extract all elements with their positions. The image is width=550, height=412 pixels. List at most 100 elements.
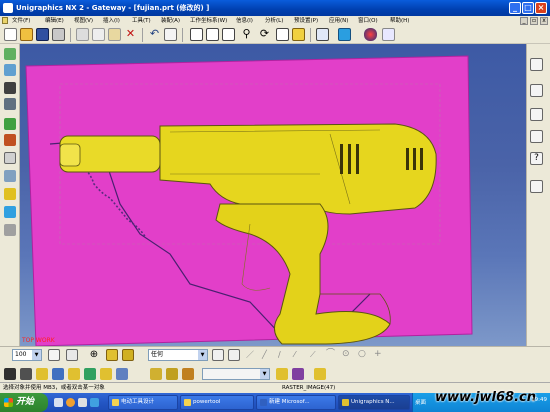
menu-insert[interactable]: 插入(I) — [103, 16, 120, 26]
feature-icon[interactable] — [4, 118, 16, 130]
snap-point-on-icon[interactable]: + — [374, 349, 386, 361]
color-ball-icon[interactable] — [364, 28, 377, 41]
resource-bar-tab-6[interactable] — [530, 180, 543, 193]
save-icon[interactable] — [36, 28, 49, 41]
maximize-button[interactable]: □ — [522, 2, 534, 14]
hole-icon[interactable] — [4, 134, 16, 146]
trim-icon[interactable] — [4, 206, 16, 218]
layer-combo[interactable]: ▼ — [202, 368, 270, 380]
extrude-icon[interactable] — [4, 64, 16, 76]
minimize-button[interactable]: _ — [509, 2, 521, 14]
menu-assembly[interactable]: 装配(A) — [161, 16, 180, 26]
select-icon[interactable] — [164, 28, 177, 41]
type-filter-combo[interactable]: 任何 ▼ — [148, 349, 208, 361]
tool-2-icon[interactable] — [20, 368, 32, 380]
tool-13-icon[interactable] — [292, 368, 304, 380]
menu-analysis[interactable]: 分析(L) — [265, 16, 283, 26]
tool-3-icon[interactable] — [36, 368, 48, 380]
taskbar-item-powertool[interactable]: powertool — [180, 395, 254, 410]
zoom-window-icon[interactable] — [206, 28, 219, 41]
taskbar-item-design[interactable]: 电动工具设计 — [108, 395, 178, 410]
mdi-minimize-button[interactable]: _ — [520, 17, 528, 25]
taskbar-item-unigraphics[interactable]: Unigraphics N... — [338, 395, 410, 410]
print-icon[interactable] — [52, 28, 65, 41]
snap-point-icon[interactable] — [228, 349, 240, 361]
chevron-down-icon[interactable]: ▼ — [260, 369, 269, 379]
tool-12-icon[interactable] — [276, 368, 288, 380]
filter-icon[interactable] — [212, 349, 224, 361]
display-icon[interactable] — [382, 28, 395, 41]
clock[interactable]: 19:49 — [531, 397, 547, 403]
magnify-icon[interactable]: ⚲ — [240, 28, 253, 41]
paste-icon[interactable] — [108, 28, 121, 41]
menu-preferences[interactable]: 预设置(P) — [294, 16, 318, 26]
help-icon[interactable]: ? — [530, 152, 543, 165]
quicklaunch-browser-icon[interactable] — [66, 398, 75, 407]
view-cube-icon[interactable] — [316, 28, 329, 41]
sweep-icon[interactable] — [4, 98, 16, 110]
menu-application[interactable]: 应用(N) — [329, 16, 348, 26]
delete-icon[interactable]: ✕ — [124, 28, 137, 41]
close-button[interactable]: × — [535, 2, 547, 14]
solid-body-icon[interactable] — [106, 349, 118, 361]
snap-icon[interactable] — [48, 349, 60, 361]
menu-help[interactable]: 帮助(H) — [390, 16, 409, 26]
snap-endpoint-icon[interactable]: ／ — [246, 349, 258, 361]
select-filter-icon[interactable] — [66, 349, 78, 361]
title-bar[interactable]: Unigraphics NX 2 - Gateway - [fujian.prt… — [0, 0, 550, 16]
tray-desktop-label[interactable]: 桌面 — [415, 398, 426, 406]
zoom-icon[interactable] — [222, 28, 235, 41]
snap-intersection-icon[interactable]: ⁄ — [294, 349, 306, 361]
quicklaunch-desktop-icon[interactable] — [78, 398, 87, 407]
snap-center-icon[interactable]: ⊙ — [342, 349, 354, 361]
fit-icon[interactable] — [190, 28, 203, 41]
rotate-icon[interactable]: ⟳ — [258, 28, 271, 41]
snap-tangent-icon[interactable]: ⟋ — [310, 349, 322, 361]
sketch-icon[interactable] — [4, 48, 16, 60]
graphics-viewport[interactable]: TOP WORK — [20, 44, 526, 346]
mdi-close-button[interactable]: x — [540, 17, 548, 25]
snap-control-icon[interactable]: ∕ — [278, 349, 290, 361]
menu-info[interactable]: 信息(I) — [236, 16, 253, 26]
menu-wcs[interactable]: 工作坐标系(W) — [190, 16, 227, 26]
render-style-icon[interactable] — [338, 28, 351, 41]
tool-5-icon[interactable] — [68, 368, 80, 380]
taskbar-item-word[interactable]: 新建 Microsof... — [256, 395, 336, 410]
resource-bar-tab-1[interactable] — [530, 58, 543, 71]
orient-icon[interactable] — [276, 28, 289, 41]
snap-arc-icon[interactable]: ⌒ — [326, 349, 338, 361]
menu-tools[interactable]: 工具(T) — [132, 16, 151, 26]
tool-10-icon[interactable] — [166, 368, 178, 380]
menu-file[interactable]: 文件(F) — [12, 16, 30, 26]
tool-7-icon[interactable] — [100, 368, 112, 380]
menu-view[interactable]: 视图(V) — [74, 16, 93, 26]
undo-icon[interactable]: ↶ — [148, 28, 161, 41]
tool-4-icon[interactable] — [52, 368, 64, 380]
open-folder-icon[interactable] — [20, 28, 33, 41]
resource-bar-tab-2[interactable] — [530, 84, 543, 97]
menu-window[interactable]: 窗口(O) — [358, 16, 378, 26]
zoom-combo[interactable]: 100 ▼ — [12, 349, 42, 361]
chamfer-icon[interactable] — [4, 170, 16, 182]
menu-edit[interactable]: 编辑(E) — [45, 16, 64, 26]
tool-1-icon[interactable] — [4, 368, 16, 380]
quicklaunch-app-icon[interactable] — [90, 398, 99, 407]
chevron-down-icon[interactable]: ▼ — [198, 350, 207, 360]
tool-11-icon[interactable] — [182, 368, 194, 380]
chevron-down-icon[interactable]: ▼ — [32, 350, 41, 360]
tool-9-icon[interactable] — [150, 368, 162, 380]
start-button[interactable]: 开始 — [0, 393, 48, 412]
shaded-view-icon[interactable] — [292, 28, 305, 41]
cut-icon[interactable] — [76, 28, 89, 41]
edge-blend-icon[interactable] — [4, 152, 16, 164]
tool-6-icon[interactable] — [84, 368, 96, 380]
tool-14-icon[interactable] — [314, 368, 326, 380]
shell-icon[interactable] — [4, 188, 16, 200]
mdi-restore-button[interactable]: ▫ — [530, 17, 538, 25]
resource-bar-tab-4[interactable] — [530, 130, 543, 143]
copy-icon[interactable] — [92, 28, 105, 41]
new-file-icon[interactable] — [4, 28, 17, 41]
snap-quadrant-icon[interactable]: ○ — [358, 349, 370, 361]
snap-midpoint-icon[interactable]: ╱ — [262, 349, 274, 361]
revolve-icon[interactable] — [4, 82, 16, 94]
